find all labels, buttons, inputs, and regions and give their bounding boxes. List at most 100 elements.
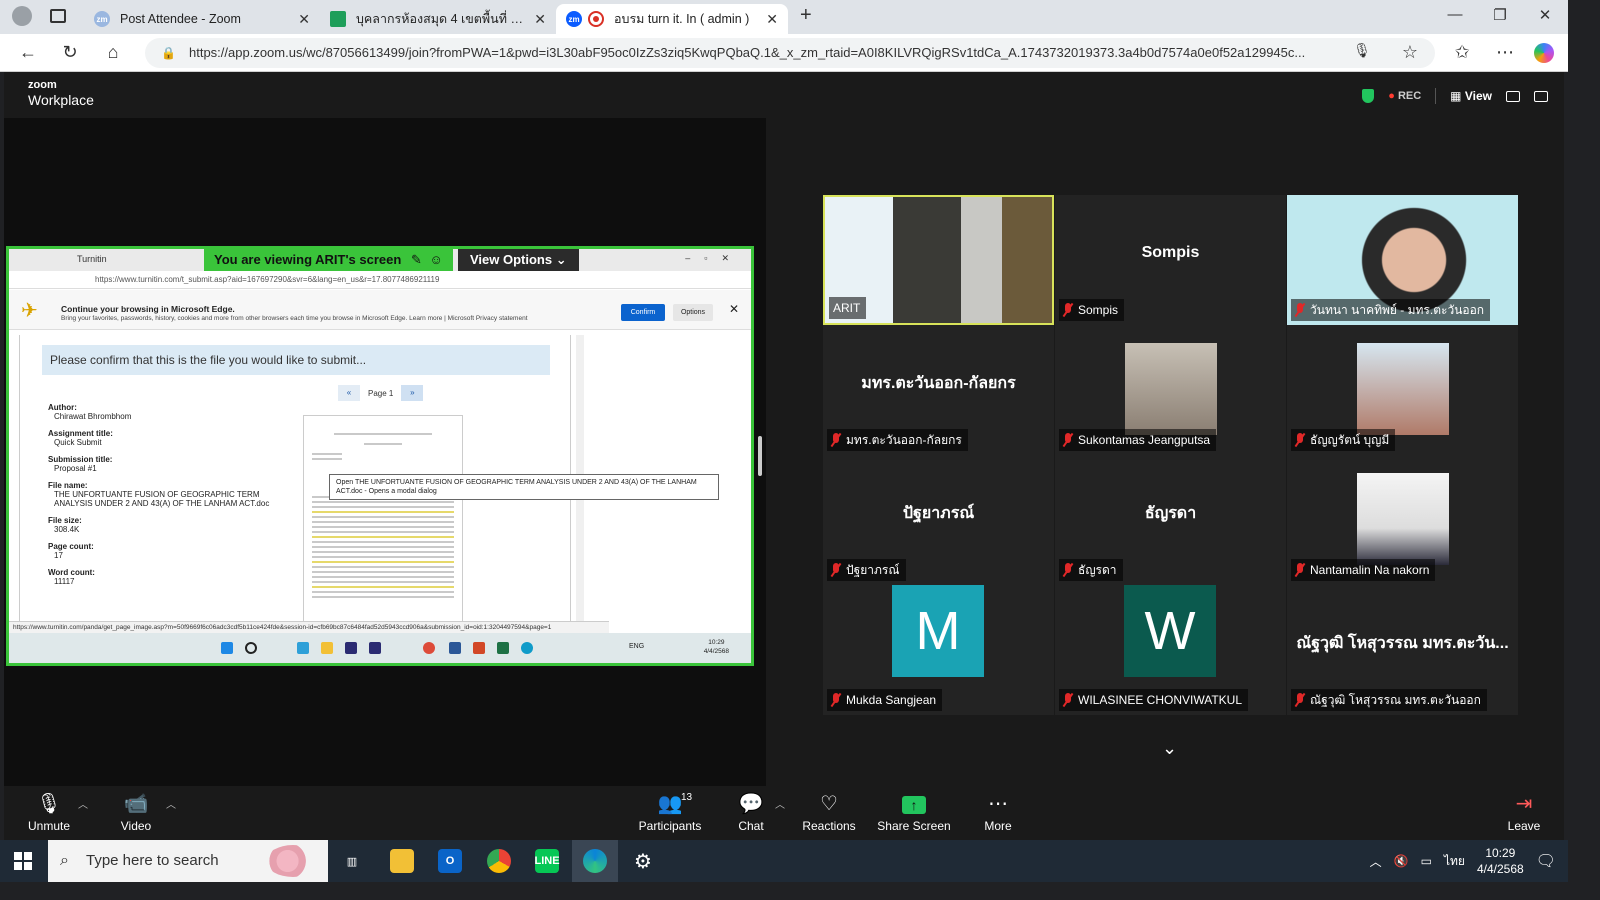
view-button[interactable]: ▦ View bbox=[1450, 89, 1492, 103]
lang-indicator: ENG bbox=[629, 643, 645, 650]
fullscreen-icon[interactable] bbox=[1534, 90, 1548, 102]
taskbar-search[interactable]: ⌕ Type here to search bbox=[48, 840, 328, 882]
participant-tile[interactable]: ธัญรดา ธัญรดา bbox=[1055, 455, 1286, 585]
participant-tile[interactable]: ARIT bbox=[823, 195, 1054, 325]
close-window-icon[interactable]: ✕ bbox=[1530, 6, 1560, 24]
shared-tab-title: Turnitin bbox=[77, 254, 107, 264]
tray-chevron-up-icon[interactable]: ︿ bbox=[1370, 853, 1382, 870]
copilot-icon[interactable] bbox=[1534, 43, 1554, 63]
participants-button[interactable]: 👥 Participants bbox=[625, 790, 715, 833]
participant-tile[interactable]: ณัฐวุฒิ โหสุวรรณ มทร.ตะวัน... ณัฐวุฒิ โหส… bbox=[1287, 585, 1518, 715]
zoom-icon: zm bbox=[94, 11, 110, 27]
document-thumbnail bbox=[303, 415, 463, 625]
home-icon[interactable]: ⌂ bbox=[101, 42, 125, 63]
participant-tile[interactable]: M Mukda Sangjean bbox=[823, 585, 1054, 715]
video-options-caret-icon[interactable]: ︿ bbox=[166, 796, 176, 811]
smile-icon[interactable]: ☺ bbox=[429, 252, 442, 267]
taskbar-date: 4/4/2568 bbox=[1476, 862, 1524, 876]
participant-tile[interactable]: Nantamalin Na nakorn bbox=[1287, 455, 1518, 585]
tab-actions-icon[interactable] bbox=[50, 9, 66, 23]
windows-taskbar: ⌕ Type here to search ▥ O LINE ⚙ ︿ 🔇 ▭ ไ… bbox=[0, 840, 1568, 882]
edge-plane-icon: ✈ bbox=[21, 300, 38, 322]
reactions-label: Reactions bbox=[802, 819, 856, 833]
file-explorer-icon[interactable] bbox=[390, 849, 414, 873]
encryption-shield-icon[interactable] bbox=[1362, 89, 1375, 103]
taskbar-clock[interactable]: 10:29 4/4/2568 bbox=[1477, 845, 1524, 877]
participant-tile[interactable]: วันทนา นาคทิพย์ - มทร.ตะวันออก bbox=[1287, 195, 1518, 325]
windows-start-icon[interactable] bbox=[14, 852, 32, 870]
edge-promo-subtitle: Bring your favorites, passwords, history… bbox=[61, 315, 528, 322]
zoom-workplace-logo: zoom Workplace bbox=[28, 80, 94, 108]
status-url: https://www.turnitin.com/panda/get_page_… bbox=[9, 621, 609, 633]
shared-screen[interactable]: Turnitin –▫✕ You are viewing ARIT's scre… bbox=[6, 246, 754, 666]
url-text: https://app.zoom.us/wc/87056613499/join?… bbox=[189, 45, 1306, 60]
edge-icon bbox=[521, 642, 533, 654]
chrome-icon[interactable] bbox=[487, 849, 511, 873]
reactions-button[interactable]: ♡ Reactions bbox=[784, 790, 874, 833]
edge-icon[interactable] bbox=[583, 849, 607, 873]
close-tab-icon[interactable]: ✕ bbox=[534, 11, 546, 28]
search-placeholder: Type here to search bbox=[86, 852, 219, 869]
site-info-icon[interactable]: 🔒 bbox=[161, 38, 176, 68]
participant-tile[interactable]: W WILASINEE CHONVIWATKUL bbox=[1055, 585, 1286, 715]
network-icon[interactable]: ▭ bbox=[1421, 854, 1432, 868]
participant-avatar bbox=[1357, 473, 1449, 565]
word-icon bbox=[449, 642, 461, 654]
refresh-icon[interactable]: ↻ bbox=[58, 42, 82, 63]
url-field[interactable]: 🔒 https://app.zoom.us/wc/87056613499/joi… bbox=[145, 38, 1435, 68]
participant-nametag: ปัฐยาภรณ์ bbox=[827, 559, 906, 581]
volume-muted-icon[interactable]: 🔇 bbox=[1394, 854, 1409, 868]
close-tab-icon[interactable]: ✕ bbox=[298, 11, 310, 28]
participant-tile[interactable]: ปัฐยาภรณ์ ปัฐยาภรณ์ bbox=[823, 455, 1054, 585]
panel-resize-handle[interactable] bbox=[758, 436, 762, 476]
favorites-icon[interactable]: ✩ bbox=[1450, 42, 1474, 63]
line-icon[interactable]: LINE bbox=[534, 849, 560, 873]
tab-sheets[interactable]: บุคลากรห้องสมุด 4 เขตพื้นที่ มค68 - G ✕ bbox=[320, 4, 556, 34]
chevron-down-icon[interactable]: ⌄ bbox=[1162, 738, 1177, 759]
profile-icon[interactable] bbox=[12, 6, 32, 26]
participant-name: WILASINEE CHONVIWATKUL bbox=[1078, 693, 1243, 707]
participant-tile[interactable]: มทร.ตะวันออก-กัลยกร มทร.ตะวันออก-กัลยกร bbox=[823, 325, 1054, 455]
language-indicator[interactable]: ไทย bbox=[1444, 852, 1465, 871]
mic-muted-icon bbox=[1063, 693, 1073, 707]
restore-icon[interactable]: ❐ bbox=[1485, 6, 1515, 24]
settings-gear-icon[interactable]: ⚙ bbox=[631, 849, 655, 873]
edge-promo-bar: ✈ Continue your browsing in Microsoft Ed… bbox=[9, 290, 751, 330]
share-screen-button[interactable]: ↑ Share Screen bbox=[869, 790, 959, 833]
minimize-icon[interactable]: — bbox=[1440, 6, 1470, 23]
more-menu-icon[interactable]: ⋯ bbox=[1493, 42, 1517, 63]
more-button[interactable]: ⋯ More bbox=[953, 790, 1043, 833]
audio-options-caret-icon[interactable]: ︿ bbox=[78, 796, 88, 811]
recording-indicator[interactable]: ● REC bbox=[1388, 90, 1421, 102]
meta-value: Quick Submit bbox=[54, 438, 102, 447]
viewing-banner: You are viewing ARIT's screen ✎ ☺ bbox=[204, 249, 453, 271]
zoom-meeting-window: zoom Workplace ● REC ▦ View Turnitin –▫✕ … bbox=[4, 72, 1564, 840]
tab-post-attendee[interactable]: zm Post Attendee - Zoom ✕ bbox=[84, 4, 320, 34]
task-view-icon[interactable]: ▥ bbox=[340, 849, 364, 873]
back-icon[interactable]: ← bbox=[16, 42, 40, 63]
participant-tile[interactable]: ธัญญรัตน์ บุญมี bbox=[1287, 325, 1518, 455]
leave-button[interactable]: ⇥ Leave bbox=[1479, 790, 1569, 833]
meeting-top-controls: ● REC ▦ View bbox=[1362, 88, 1548, 104]
mic-muted-icon bbox=[1295, 693, 1305, 707]
pip-icon[interactable] bbox=[1506, 90, 1520, 102]
zoom-icon: zm bbox=[566, 11, 582, 27]
next-page-icon: » bbox=[401, 385, 424, 401]
outlook-icon[interactable]: O bbox=[438, 849, 462, 873]
participant-tile[interactable]: Sukontamas Jeangputsa bbox=[1055, 325, 1286, 455]
notification-icon[interactable]: 🗨 bbox=[1536, 851, 1556, 871]
close-tab-icon[interactable]: ✕ bbox=[766, 11, 778, 28]
microphone-icon[interactable]: 🎙 bbox=[1350, 42, 1374, 59]
participant-letter-avatar: M bbox=[892, 585, 984, 677]
shared-time: 10:29 bbox=[708, 639, 725, 646]
mic-muted-icon bbox=[1063, 433, 1073, 447]
participant-nametag: ณัฐวุฒิ โหสุวรรณ มทร.ตะวันออก bbox=[1291, 689, 1487, 711]
shared-screen-area: Turnitin –▫✕ You are viewing ARIT's scre… bbox=[4, 118, 766, 786]
pencil-icon[interactable]: ✎ bbox=[411, 252, 422, 267]
meeting-toolbar: 🎙 Unmute ︿ 📹 Video ︿ 👥 Participants 13 💬… bbox=[4, 786, 1564, 840]
view-options-button[interactable]: View Options ⌄ bbox=[458, 249, 579, 271]
new-tab-icon[interactable]: + bbox=[800, 4, 812, 27]
tab-zoom-meeting[interactable]: zm อบรม turn it. In ( admin ) ✕ bbox=[556, 4, 788, 34]
participant-tile[interactable]: Sompis Sompis bbox=[1055, 195, 1286, 325]
favorite-star-icon[interactable]: ☆ bbox=[1398, 42, 1422, 63]
